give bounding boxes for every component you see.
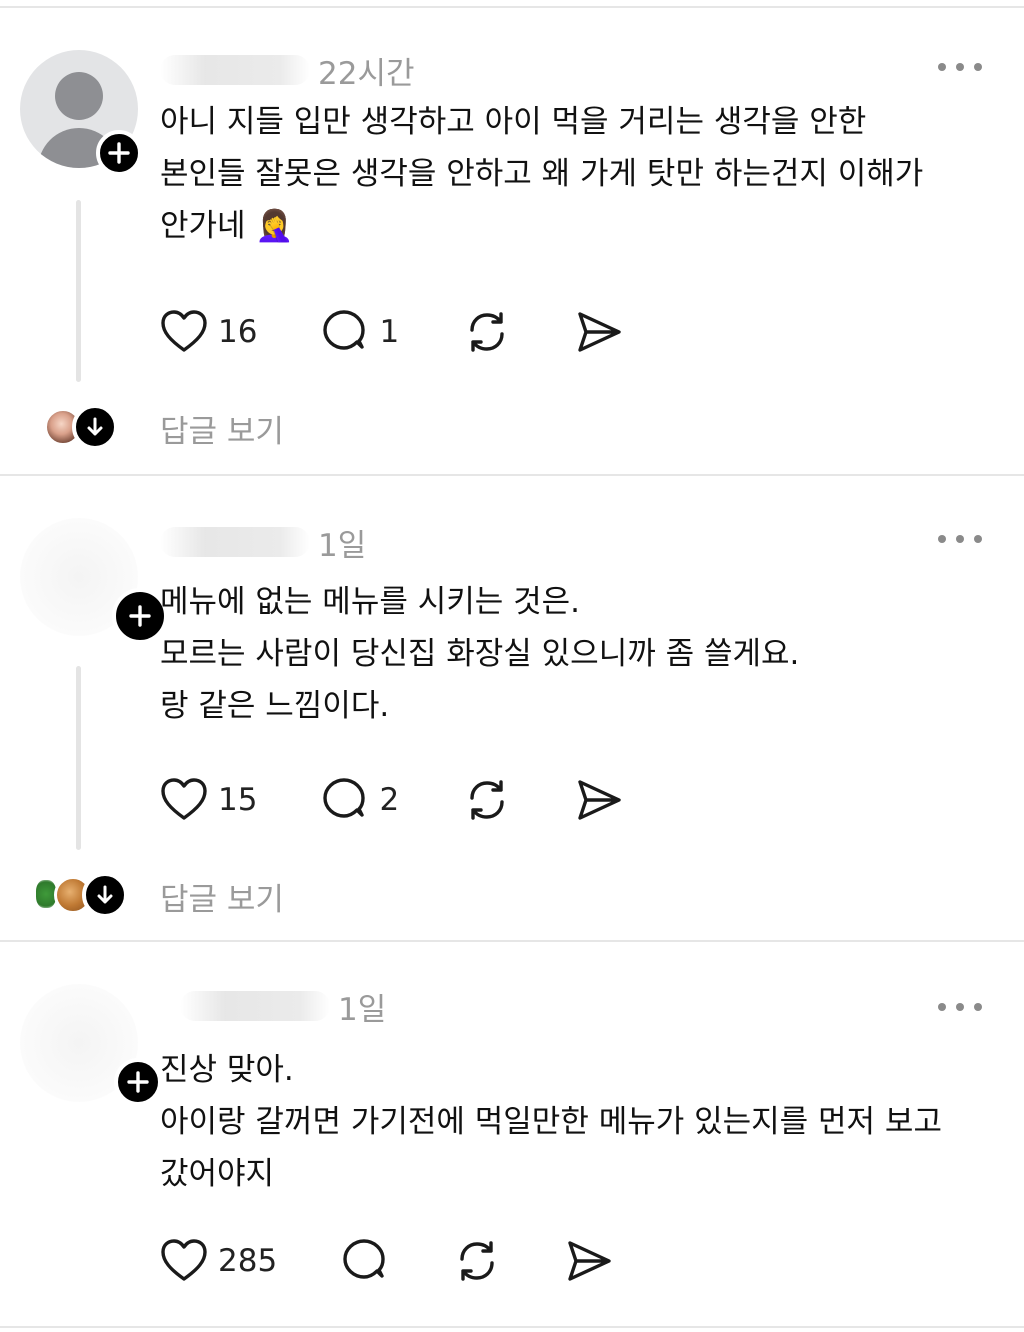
more-options-icon[interactable] [938,60,982,74]
post-text: 아니 지들 입만 생각하고 아이 먹을 거리는 생각을 안한 본인들 잘못은 생… [160,96,1000,252]
repost-icon [470,312,504,352]
thread-line [76,200,81,382]
comment-bubble-icon [323,310,366,350]
comment-button[interactable] [341,1238,389,1284]
author-avatar[interactable] [20,984,162,1106]
view-replies-link[interactable]: 답글 보기 [160,874,284,919]
follow-plus-icon[interactable] [96,130,142,176]
like-button[interactable]: 285 [160,1238,277,1284]
heart-icon [161,778,207,820]
send-icon [568,1241,611,1281]
repost-icon [460,1241,494,1281]
share-button[interactable] [575,777,623,823]
post-text-line: 아니 지들 입만 생각하고 아이 먹을 거리는 생각을 안한 [160,104,867,140]
share-button[interactable] [565,1238,613,1284]
like-count: 285 [218,1243,278,1279]
post-text-line: 본인들 잘못은 생각을 안하고 왜 가게 탓만 하는건지 이해가 [160,156,924,192]
repost-button[interactable] [453,1237,501,1285]
username-redacted[interactable] [160,527,310,557]
action-bar: 285 [160,1236,613,1286]
send-icon [578,312,621,352]
replier-avatar [36,880,56,908]
post-divider [0,474,1024,476]
post-time: 1일 [318,527,367,564]
arrow-down-icon[interactable] [82,872,128,918]
action-bar: 16 1 [160,307,623,357]
comment-post: 22시간 아니 지들 입만 생각하고 아이 먹을 거리는 생각을 안한 본인들 … [0,50,1024,470]
action-bar: 15 2 [160,775,623,825]
share-button[interactable] [575,309,623,355]
comment-button[interactable]: 2 [321,777,399,823]
comment-count: 1 [379,314,400,350]
top-divider [0,6,1024,8]
username-redacted[interactable] [160,55,310,85]
comment-post: 1일 진상 맞아. 아이랑 갈꺼면 가기전에 먹일만한 메뉴가 있는지를 먼저 … [0,984,1024,1314]
more-options-icon[interactable] [938,1000,982,1014]
replies-row[interactable]: 답글 보기 [0,402,1024,452]
thread-line [76,666,81,850]
heart-icon [161,1239,207,1281]
repost-icon [470,780,504,820]
post-divider [0,940,1024,942]
repost-button[interactable] [463,776,511,824]
post-time: 1일 [338,991,387,1028]
like-button[interactable]: 16 [160,309,257,355]
comment-count: 2 [379,782,400,818]
post-text-line: 아이랑 갈꺼면 가기전에 먹일만한 메뉴가 있는지를 먼저 보고 [160,1104,942,1140]
post-text-line: 모르는 사람이 당신집 화장실 있으니까 좀 쓸게요. [160,636,800,672]
post-text: 진상 맞아. 아이랑 갈꺼면 가기전에 먹일만한 메뉴가 있는지를 먼저 보고 … [160,1044,1000,1200]
post-text-line: 갔어야지 [160,1156,275,1192]
author-avatar[interactable] [20,50,142,176]
like-button[interactable]: 15 [160,777,257,823]
heart-icon [161,310,207,352]
author-avatar[interactable] [20,518,168,644]
like-count: 15 [218,782,258,818]
comment-button[interactable]: 1 [321,309,399,355]
username-redacted[interactable] [180,991,330,1021]
post-text-line: 메뉴에 없는 메뉴를 시키는 것은. [160,584,581,620]
comment-post: 1일 메뉴에 없는 메뉴를 시키는 것은. 모르는 사람이 당신집 화장실 있으… [0,518,1024,938]
replies-row[interactable]: 답글 보기 [0,870,1024,920]
repost-button[interactable] [463,308,511,356]
post-text-line: 진상 맞아. [160,1052,294,1088]
post-time: 22시간 [318,55,415,92]
bottom-divider [0,1326,1024,1328]
arrow-down-icon[interactable] [72,404,118,450]
post-text-line: 안가네 🤦‍♀️ [160,208,295,244]
more-options-icon[interactable] [938,532,982,546]
send-icon [578,780,621,820]
comment-bubble-icon [343,1239,385,1279]
post-text-line: 랑 같은 느낌이다. [160,688,390,724]
post-text: 메뉴에 없는 메뉴를 시키는 것은. 모르는 사람이 당신집 화장실 있으니까 … [160,576,1000,732]
like-count: 16 [218,314,258,350]
follow-plus-icon[interactable] [114,1058,162,1106]
comment-bubble-icon [323,778,366,818]
view-replies-link[interactable]: 답글 보기 [160,406,284,451]
